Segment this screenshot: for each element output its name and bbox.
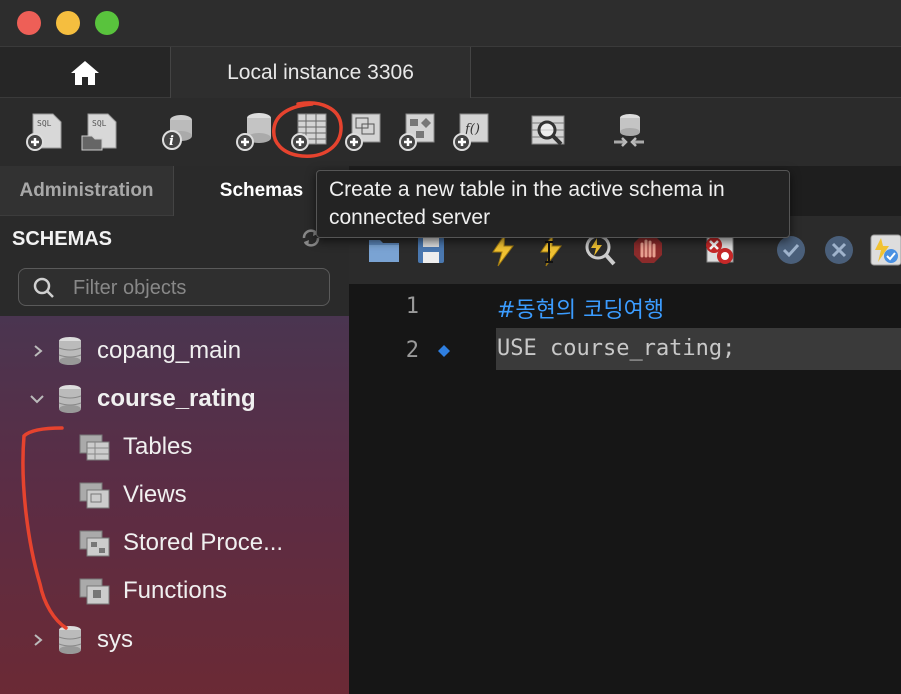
line-number: 1 xyxy=(405,294,419,319)
tooltip-line-2: connected server xyxy=(329,206,491,229)
commit-button[interactable] xyxy=(775,234,807,266)
reconnect-button[interactable] xyxy=(608,110,648,152)
schema-item-copang-main[interactable]: copang_main xyxy=(0,329,349,373)
chevron-down-icon[interactable] xyxy=(29,392,45,406)
tree-item-label: Views xyxy=(123,481,187,508)
rollback-button[interactable] xyxy=(823,234,855,266)
tables-folder-icon xyxy=(79,434,110,461)
connection-tab-label: Local instance 3306 xyxy=(227,61,414,84)
search-icon xyxy=(33,277,54,298)
title-bar xyxy=(0,0,901,46)
main-toolbar: SQL SQL i f() xyxy=(0,98,901,166)
views-folder-icon xyxy=(79,482,110,509)
minimize-window-button[interactable] xyxy=(56,11,80,35)
connection-tab-bar: Local instance 3306 xyxy=(0,46,901,99)
tree-item-label: Tables xyxy=(123,433,193,460)
code-line-comment: #동현의 코딩여행 xyxy=(497,298,665,323)
statement-marker-icon xyxy=(438,345,450,357)
navigator-sidebar: SCHEMAS copang_main course_rating xyxy=(0,216,349,694)
tree-item-label: Stored Proce... xyxy=(123,529,284,556)
close-window-button[interactable] xyxy=(17,11,41,35)
open-sql-script-button[interactable]: SQL xyxy=(80,110,120,152)
chevron-right-icon[interactable] xyxy=(31,633,45,647)
annotation-circle xyxy=(272,101,343,158)
save-icon xyxy=(418,237,444,263)
search-table-data-icon xyxy=(531,115,565,146)
create-table-tooltip: Create a new table in the active schema … xyxy=(316,170,790,238)
home-tab[interactable] xyxy=(0,47,170,99)
chevron-right-icon[interactable] xyxy=(31,344,45,358)
autocommit-toggle-button[interactable] xyxy=(869,232,901,268)
tree-item-label: Functions xyxy=(123,577,228,604)
home-icon xyxy=(71,61,99,85)
create-view-icon xyxy=(345,113,381,151)
create-function-button[interactable]: f() xyxy=(452,110,492,152)
svg-text:SQL: SQL xyxy=(92,119,107,128)
folder-icon xyxy=(369,240,399,262)
database-icon xyxy=(58,337,82,365)
new-sql-tab-button[interactable]: SQL xyxy=(25,110,65,152)
svg-text:i: i xyxy=(169,134,174,149)
database-icon xyxy=(58,385,82,413)
save-button[interactable] xyxy=(415,234,447,266)
schema-item-course-rating[interactable]: course_rating xyxy=(0,377,349,421)
create-view-button[interactable] xyxy=(344,110,384,152)
cancel-icon xyxy=(825,236,853,264)
inspector-icon: i xyxy=(162,115,192,150)
create-procedure-button[interactable] xyxy=(398,110,438,152)
inspector-button[interactable]: i xyxy=(157,110,197,152)
new-sql-tab-icon: SQL xyxy=(26,113,62,151)
open-file-button[interactable] xyxy=(367,234,401,266)
tab-administration[interactable]: Administration xyxy=(0,166,174,216)
svg-text:SQL: SQL xyxy=(37,119,52,128)
sql-editor[interactable]: 1 #동현의 코딩여행 2 USE course_rating; xyxy=(349,284,901,694)
stored-procedures-folder-icon xyxy=(79,530,110,557)
annotation-bracket xyxy=(21,426,68,630)
open-sql-script-icon: SQL xyxy=(81,113,117,151)
schema-tree: copang_main course_rating Tables Views S… xyxy=(0,316,349,694)
schema-name: course_rating xyxy=(97,385,256,412)
reconnect-icon xyxy=(614,114,644,147)
connection-tab[interactable]: Local instance 3306 xyxy=(170,47,471,99)
search-table-data-button[interactable] xyxy=(528,110,568,152)
schema-name: copang_main xyxy=(97,337,242,364)
tab-schemas-label: Schemas xyxy=(219,180,304,201)
sidebar-tabs: Administration Schemas xyxy=(0,166,349,216)
check-icon xyxy=(777,236,805,264)
filter-objects-input[interactable] xyxy=(71,273,325,303)
filter-objects-field[interactable] xyxy=(18,268,330,306)
create-function-icon: f() xyxy=(453,113,489,151)
tooltip-line-1: Create a new table in the active schema … xyxy=(329,178,725,201)
line-number: 2 xyxy=(405,338,419,363)
code-line-statement: USE course_rating; xyxy=(497,336,736,361)
functions-folder-icon xyxy=(79,578,110,605)
schemas-title: SCHEMAS xyxy=(12,228,113,250)
create-procedure-icon xyxy=(399,113,435,151)
autocommit-icon xyxy=(870,234,901,266)
schema-name: sys xyxy=(97,626,133,653)
tab-administration-label: Administration xyxy=(19,180,154,201)
zoom-window-button[interactable] xyxy=(95,11,119,35)
